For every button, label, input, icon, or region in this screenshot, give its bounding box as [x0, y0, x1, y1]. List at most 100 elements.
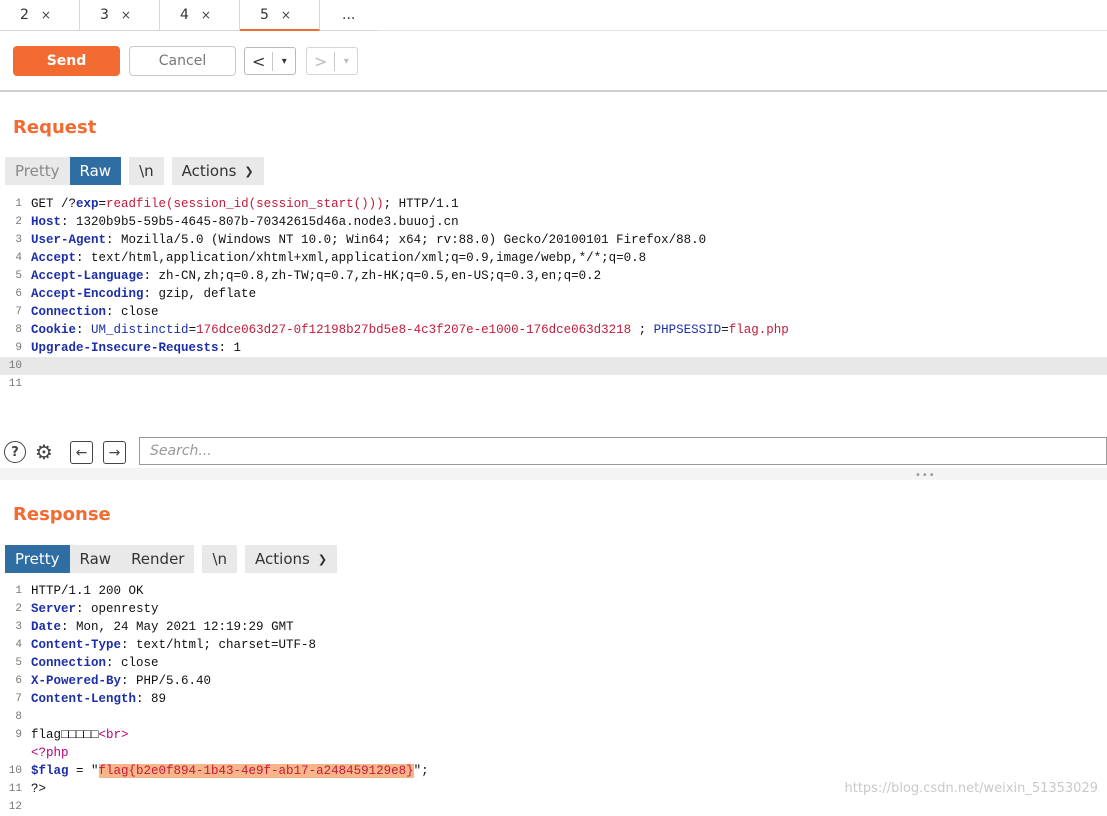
cookie-value: flag.php — [728, 323, 789, 337]
flag-string: flag{b2e0f894-1b43-4e9f-ab17-a248459129e… — [98, 764, 414, 778]
header-value: PHP/5.6.40 — [128, 674, 212, 688]
editor-line: 12 — [0, 798, 1107, 816]
editor-line: 11 — [0, 375, 1107, 393]
editor-line: 7 Connection: close — [0, 303, 1107, 321]
header-value: close — [113, 305, 159, 319]
editor-line: 8 — [0, 708, 1107, 726]
header-name: Upgrade-Insecure-Requests — [31, 341, 219, 355]
gear-icon[interactable]: ⚙ — [32, 440, 56, 464]
editor-line: 1 GET /?exp=readfile(session_id(session_s… — [0, 195, 1107, 213]
tab-2[interactable]: 2 × — [0, 0, 80, 30]
help-icon[interactable]: ? — [4, 441, 26, 463]
header-value: text/html; charset=UTF-8 — [128, 638, 317, 652]
header-name: Content-Type — [31, 638, 122, 652]
request-editor[interactable]: 1 GET /?exp=readfile(session_id(session_s… — [0, 195, 1107, 393]
body-text: flag□□□□□ — [31, 728, 99, 742]
chevron-down-icon[interactable]: ▾ — [335, 56, 357, 67]
tab-label: 3 — [100, 7, 109, 23]
request-view-tabs: Pretty Raw \n Actions ❯ — [5, 157, 264, 185]
header-name: Connection — [31, 656, 107, 670]
chevron-down-icon: ❯ — [317, 552, 328, 566]
tab-label: 4 — [180, 7, 189, 23]
editor-line: 3 User-Agent: Mozilla/5.0 (Windows NT 10.… — [0, 231, 1107, 249]
response-title: Response — [13, 504, 111, 525]
line-number: 9 — [15, 342, 22, 354]
line-number: 8 — [15, 711, 22, 723]
header-value: Mon, 24 May 2021 12:19:29 GMT — [68, 620, 294, 634]
line-number: 12 — [8, 801, 22, 813]
line-number: 3 — [15, 234, 22, 246]
line-number: 11 — [8, 378, 22, 390]
line-number: 8 — [15, 324, 22, 336]
newline-toggle[interactable]: \n — [129, 157, 164, 185]
editor-line: 10 $flag = "flag{b2e0f894-1b43-4e9f-ab17-… — [0, 762, 1107, 780]
header-value: openresty — [83, 602, 159, 616]
close-icon[interactable]: × — [201, 8, 211, 22]
response-view-tabs: Pretty Raw Render \n Actions ❯ — [5, 545, 338, 573]
tab-pretty[interactable]: Pretty — [5, 545, 70, 573]
editor-line: 2 Host: 1320b9b5-59b5-4645-807b-70342615d… — [0, 213, 1107, 231]
back-button[interactable]: < ▾ — [244, 47, 296, 75]
close-icon[interactable]: × — [41, 8, 51, 22]
editor-line: 1 HTTP/1.1 200 OK — [0, 582, 1107, 600]
tab-raw[interactable]: Raw — [69, 157, 122, 185]
header-name: User-Agent — [31, 233, 107, 247]
tab-3[interactable]: 3 × — [80, 0, 160, 30]
header-name: Accept — [31, 251, 77, 265]
chevron-right-icon[interactable]: > — [307, 51, 336, 71]
line-number: 7 — [15, 693, 22, 705]
pane-splitter[interactable] — [0, 468, 1107, 480]
query-param-name: exp — [76, 197, 99, 211]
newline-toggle[interactable]: \n — [202, 545, 238, 573]
editor-line: 6 Accept-Encoding: gzip, deflate — [0, 285, 1107, 303]
drag-handle-icon[interactable]: ••• — [915, 470, 936, 481]
search-bar: ? ⚙ ← → Search... — [0, 436, 1107, 468]
cancel-button[interactable]: Cancel — [129, 46, 236, 76]
header-name: Content-Length — [31, 692, 137, 706]
line-number: 1 — [15, 198, 22, 210]
chevron-left-icon[interactable]: < — [245, 51, 274, 71]
actions-menu[interactable]: Actions ❯ — [245, 545, 338, 573]
editor-line-current: 10 — [0, 357, 1107, 375]
close-icon[interactable]: × — [281, 8, 291, 22]
http-version: ; HTTP/1.1 — [383, 197, 459, 211]
send-button[interactable]: Send — [13, 46, 120, 76]
cookie-name: UM_distinctid — [91, 323, 189, 337]
arrow-left-icon[interactable]: ← — [70, 441, 93, 464]
line-number: 3 — [15, 621, 22, 633]
tab-more[interactable]: ... — [320, 0, 376, 30]
header-name: Cookie — [31, 323, 77, 337]
editor-line: 5 Accept-Language: zh-CN,zh;q=0.8,zh-TW;q… — [0, 267, 1107, 285]
actions-menu[interactable]: Actions ❯ — [171, 157, 264, 185]
header-name: Server — [31, 602, 77, 616]
chevron-down-icon[interactable]: ▾ — [273, 56, 295, 67]
html-tag: <br> — [98, 728, 129, 742]
tab-strip: 2 × 3 × 4 × 5 × ... — [0, 0, 378, 31]
php-open-tag: <?php — [31, 746, 69, 760]
close-icon[interactable]: × — [121, 8, 131, 22]
php-string-end: "; — [413, 764, 429, 778]
tab-pretty[interactable]: Pretty — [5, 157, 70, 185]
line-number: 11 — [8, 783, 22, 795]
editor-line: 7 Content-Length: 89 — [0, 690, 1107, 708]
line-number — [0, 744, 31, 762]
cookie-separator: ; — [631, 323, 654, 337]
line-number: 2 — [15, 603, 22, 615]
header-value: 1 — [226, 341, 242, 355]
tab-raw[interactable]: Raw — [69, 545, 122, 573]
search-input[interactable]: Search... — [139, 437, 1107, 465]
editor-line: 5 Connection: close — [0, 654, 1107, 672]
arrow-right-icon[interactable]: → — [103, 441, 126, 464]
line-number: 10 — [8, 765, 22, 777]
tab-5[interactable]: 5 × — [240, 0, 320, 31]
forward-button[interactable]: > ▾ — [306, 47, 358, 75]
tab-4[interactable]: 4 × — [160, 0, 240, 30]
line-number: 7 — [15, 306, 22, 318]
cookie-name: PHPSESSID — [653, 323, 722, 337]
chevron-down-icon: ❯ — [244, 164, 254, 178]
php-variable: $flag — [31, 764, 69, 778]
request-method-path: GET /? — [31, 197, 77, 211]
header-value: gzip, deflate — [151, 287, 257, 301]
status-line: HTTP/1.1 200 OK — [31, 584, 144, 598]
tab-render[interactable]: Render — [121, 545, 195, 573]
